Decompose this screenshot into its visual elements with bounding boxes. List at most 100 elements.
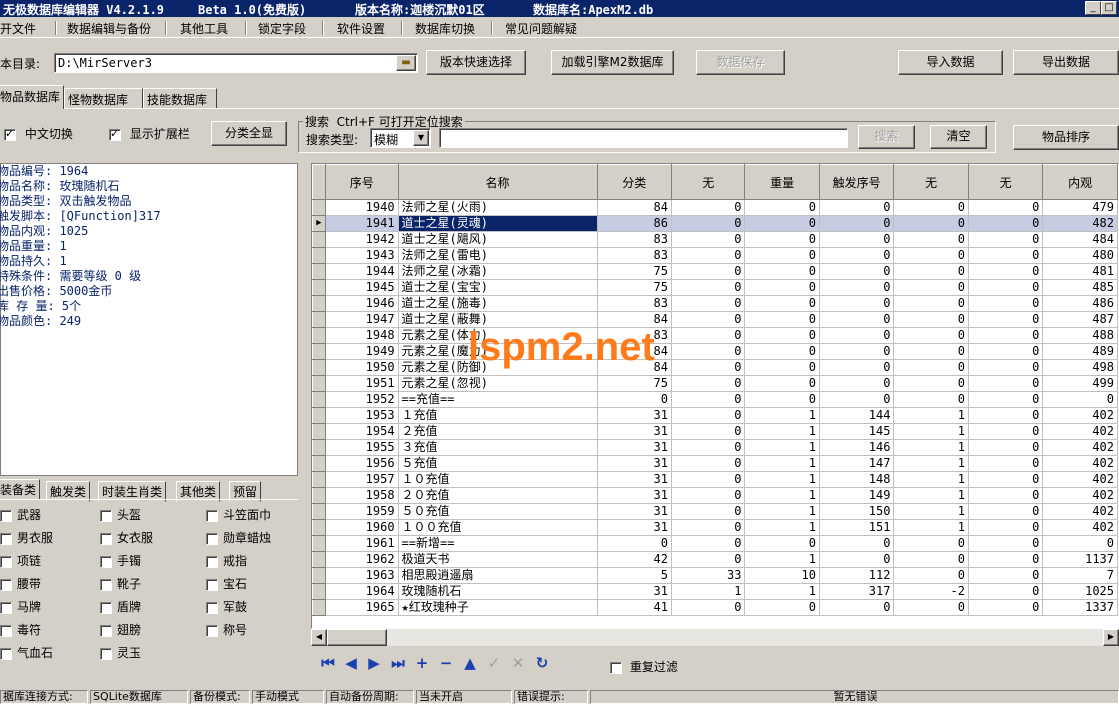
show-ext-option[interactable]: 显示扩展栏 <box>109 125 190 142</box>
table-cell[interactable]: 1955 <box>325 439 399 456</box>
table-cell[interactable]: 0 <box>968 231 1044 248</box>
table-cell[interactable]: 1 <box>893 423 969 440</box>
table-cell[interactable]: 0 <box>968 519 1044 536</box>
table-cell[interactable]: 0 <box>968 359 1044 376</box>
table-row[interactable]: 1961 ==新增== 0 0 0 0 0 0 0 <box>312 535 1118 552</box>
save-data-button[interactable]: 数据保存 <box>696 50 785 75</box>
table-row[interactable]: 1942 道士之星(飓风) 83 0 0 0 0 0 484 <box>312 231 1118 248</box>
table-cell[interactable]: 0 <box>671 247 746 264</box>
category-option[interactable]: 头盔 <box>100 506 141 523</box>
category-option[interactable]: 斗笠面巾 <box>206 506 271 523</box>
table-cell[interactable]: 相思殿逍遥扇 <box>398 567 598 584</box>
table-row[interactable]: 1940 法师之星(火雨) 84 0 0 0 0 0 479 <box>312 199 1118 216</box>
menu-open-file[interactable]: 开文件 <box>0 20 36 37</box>
table-cell[interactable]: 0 <box>744 375 820 392</box>
table-cell[interactable]: 0 <box>968 583 1044 600</box>
table-cell[interactable]: 1945 <box>325 279 399 296</box>
table-cell[interactable]: 41 <box>597 599 672 616</box>
table-cell[interactable]: 道士之星(灵魂) <box>398 215 598 232</box>
menu-lock-fields[interactable]: 锁定字段 <box>258 20 306 37</box>
table-cell[interactable]: 1940 <box>325 199 399 216</box>
table-cell[interactable]: 1961 <box>325 535 399 552</box>
table-cell[interactable]: 402 <box>1042 519 1118 536</box>
column-header[interactable]: 重量 <box>744 164 820 200</box>
table-cell[interactable]: 0 <box>744 295 820 312</box>
item-sort-button[interactable]: 物品排序 <box>1013 125 1119 150</box>
table-cell[interactable]: 0 <box>893 327 969 344</box>
category-checkbox[interactable] <box>100 601 112 614</box>
table-cell[interactable]: 145 <box>819 423 895 440</box>
table-cell[interactable]: 1965 <box>325 599 399 616</box>
table-cell[interactable]: 151 <box>819 519 895 536</box>
table-cell[interactable]: 1 <box>744 551 820 568</box>
column-header[interactable]: 无 <box>967 164 1044 200</box>
category-option[interactable]: 男衣服 <box>0 529 53 546</box>
table-cell[interactable]: 75 <box>597 375 672 392</box>
table-cell[interactable]: 0 <box>671 455 746 472</box>
table-cell[interactable]: 1948 <box>325 327 399 344</box>
table-cell[interactable]: 道士之星(宝宝) <box>398 279 598 296</box>
table-cell[interactable]: ２０充值 <box>398 487 598 504</box>
dir-input[interactable]: D:\MirServer3 <box>54 53 418 73</box>
table-cell[interactable]: 1 <box>744 471 820 488</box>
table-cell[interactable]: 485 <box>1042 279 1118 296</box>
table-cell[interactable]: 31 <box>597 423 672 440</box>
table-cell[interactable]: 道士之星(飓风) <box>398 231 598 248</box>
table-row[interactable]: 1958 ２０充值 31 0 1 149 1 0 402 <box>312 487 1118 504</box>
table-cell[interactable]: 0 <box>893 359 969 376</box>
table-cell[interactable]: 31 <box>597 455 672 472</box>
scroll-left-icon[interactable]: ◀ <box>311 629 327 646</box>
table-cell[interactable]: 0 <box>671 311 746 328</box>
table-cell[interactable]: 1 <box>893 455 969 472</box>
table-cell[interactable]: ２充值 <box>398 423 598 440</box>
table-row[interactable]: 1963 相思殿逍遥扇 5 33 10 112 0 0 7 <box>312 567 1118 584</box>
table-cell[interactable]: ==充值== <box>398 391 598 408</box>
chinese-switch-option[interactable]: 中文切换 <box>4 125 73 142</box>
table-cell[interactable]: 10 <box>744 567 820 584</box>
table-cell[interactable]: 1960 <box>325 519 399 536</box>
chevron-down-icon[interactable]: ▼ <box>413 130 429 146</box>
table-cell[interactable]: 0 <box>968 471 1044 488</box>
table-cell[interactable]: 31 <box>597 487 672 504</box>
table-cell[interactable]: 1 <box>744 519 820 536</box>
table-cell[interactable]: 0 <box>671 199 746 216</box>
folder-icon[interactable]: ▬ <box>396 55 416 71</box>
clear-button[interactable]: 清空 <box>930 125 987 149</box>
table-cell[interactable]: 0 <box>819 199 895 216</box>
table-cell[interactable]: 0 <box>671 503 746 520</box>
category-checkbox[interactable] <box>206 509 218 522</box>
table-cell[interactable]: 0 <box>744 263 820 280</box>
table-cell[interactable]: 0 <box>671 519 746 536</box>
category-checkbox[interactable] <box>100 647 112 660</box>
table-row[interactable]: 1943 法师之星(雷电) 83 0 0 0 0 0 480 <box>312 247 1118 264</box>
category-option[interactable]: 戒指 <box>206 552 247 569</box>
table-cell[interactable]: 1 <box>744 407 820 424</box>
table-cell[interactable]: 75 <box>597 279 672 296</box>
column-header[interactable]: 名称 <box>397 164 598 200</box>
table-row[interactable]: 1955 ３充值 31 0 1 146 1 0 402 <box>312 439 1118 456</box>
table-cell[interactable]: 486 <box>1042 295 1118 312</box>
table-cell[interactable]: 0 <box>819 311 895 328</box>
table-cell[interactable]: 0 <box>968 503 1044 520</box>
table-cell[interactable]: 0 <box>893 567 969 584</box>
table-cell[interactable]: 0 <box>744 599 820 616</box>
table-cell[interactable]: 0 <box>968 199 1044 216</box>
table-cell[interactable]: 0 <box>968 343 1044 360</box>
table-cell[interactable]: 1 <box>671 583 746 600</box>
table-cell[interactable]: 0 <box>968 551 1044 568</box>
show-ext-checkbox[interactable] <box>109 127 121 141</box>
table-cell[interactable]: 0 <box>671 327 746 344</box>
table-cell[interactable]: 0 <box>968 215 1044 232</box>
table-cell[interactable]: 0 <box>893 247 969 264</box>
table-cell[interactable]: ５充值 <box>398 455 598 472</box>
table-cell[interactable]: 0 <box>819 375 895 392</box>
table-cell[interactable]: 1962 <box>325 551 399 568</box>
table-cell[interactable]: 75 <box>597 263 672 280</box>
table-cell[interactable]: 402 <box>1042 455 1118 472</box>
menu-data-edit[interactable]: 数据编辑与备份 <box>67 20 151 37</box>
table-cell[interactable]: 402 <box>1042 503 1118 520</box>
category-checkbox[interactable] <box>206 555 218 568</box>
table-cell[interactable]: -2 <box>893 583 969 600</box>
category-option[interactable]: 军鼓 <box>206 598 247 615</box>
table-cell[interactable]: 0 <box>819 263 895 280</box>
